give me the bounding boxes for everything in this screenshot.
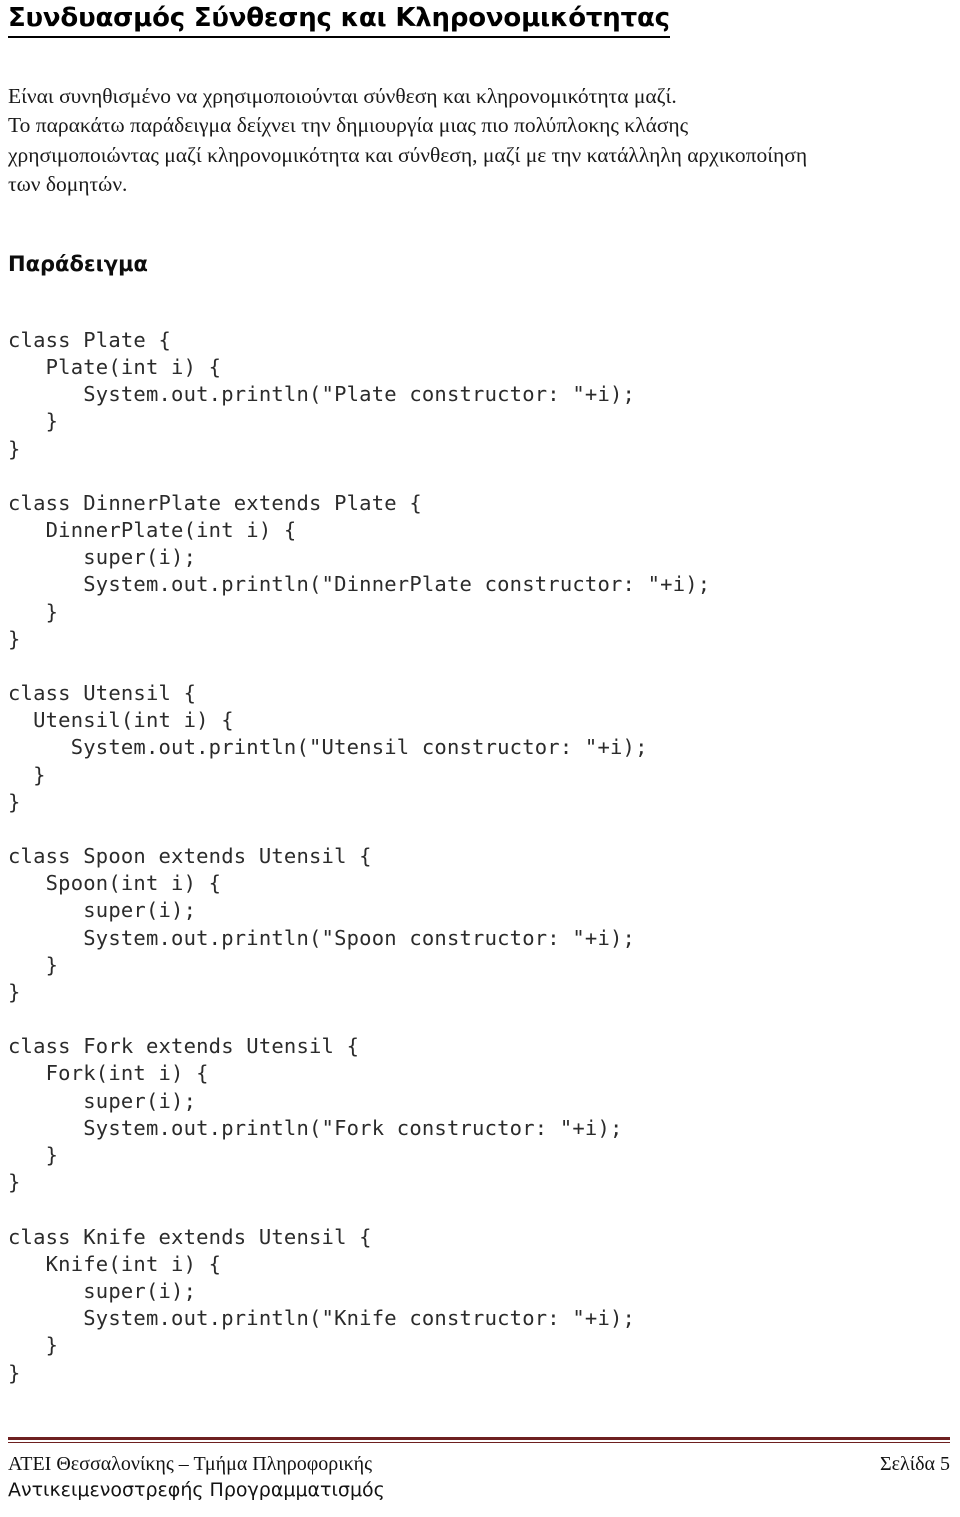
page-footer: ΑΤΕΙ Θεσσαλονίκης – Τμήμα Πληροφορικής Α… [8, 1437, 950, 1503]
intro-line-2: Το παρακάτω παράδειγμα δείχνει την δημιο… [8, 113, 689, 138]
page-title: Συνδυασμός Σύνθεσης και Κληρονομικότητας [8, 0, 670, 38]
code-block-utensil: class Utensil { Utensil(int i) { System.… [8, 681, 648, 814]
intro-paragraph-1: Είναι συνηθισμένο να χρησιμοποιούνται σύ… [8, 82, 950, 112]
intro-paragraphs: Είναι συνηθισμένο να χρησιμοποιούνται σύ… [8, 82, 950, 200]
intro-line-3: χρησιμοποιώντας μαζί κληρονομικότητα και… [8, 142, 808, 167]
footer-institution: ΑΤΕΙ Θεσσαλονίκης – Τμήμα Πληροφορικής [8, 1453, 373, 1475]
footer-rule-thin [8, 1442, 950, 1443]
footer-content-row: ΑΤΕΙ Θεσσαλονίκης – Τμήμα Πληροφορικής Α… [8, 1451, 950, 1503]
code-block-spoon: class Spoon extends Utensil { Spoon(int … [8, 844, 636, 1005]
section-heading-example: Παράδειγμα [8, 251, 148, 276]
intro-line-4: των δομητών. [8, 172, 128, 197]
code-block-fork: class Fork extends Utensil { Fork(int i)… [8, 1034, 623, 1195]
footer-left-text: ΑΤΕΙ Θεσσαλονίκης – Τμήμα Πληροφορικής Α… [8, 1451, 385, 1503]
footer-page-number: Σελίδα 5 [879, 1453, 950, 1475]
code-block-plate: class Plate { Plate(int i) { System.out.… [8, 327, 636, 461]
document-page: Συνδυασμός Σύνθεσης και Κληρονομικότητας… [0, 0, 960, 1517]
intro-line-1: Είναι συνηθισμένο να χρησιμοποιούνται σύ… [8, 83, 677, 108]
intro-paragraph-2: Το παρακάτω παράδειγμα δείχνει την δημιο… [8, 111, 950, 200]
footer-course: Αντικειμενοστρεφής Προγραμματισμός [8, 1479, 385, 1501]
code-listing: class Plate { Plate(int i) { System.out.… [8, 327, 950, 1387]
code-block-knife: class Knife extends Utensil { Knife(int … [8, 1224, 636, 1385]
code-block-dinner-plate: class DinnerPlate extends Plate { Dinner… [8, 490, 711, 651]
example-heading-wrap: Παράδειγμα [8, 252, 950, 277]
